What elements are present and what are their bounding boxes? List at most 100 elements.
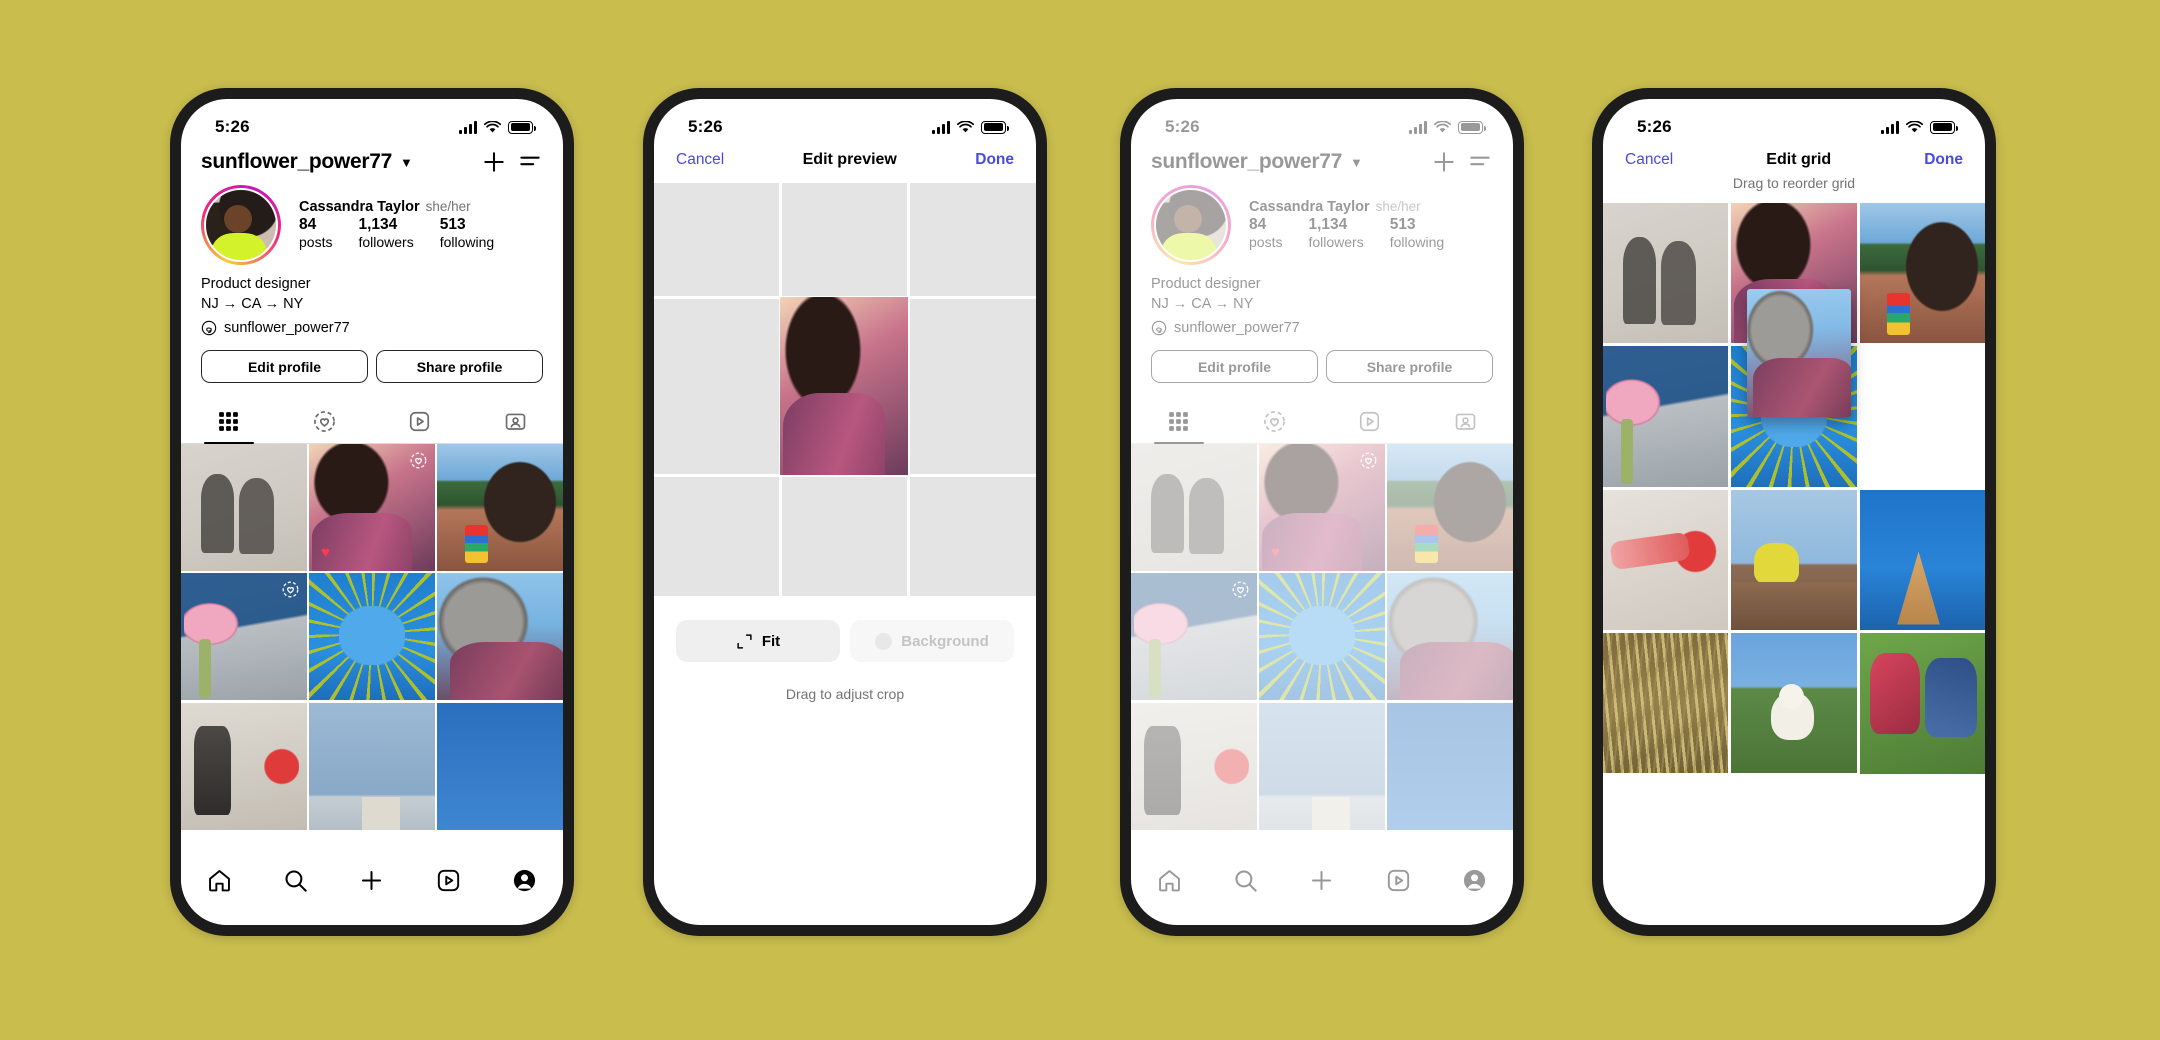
status-bar: 5:26 [1603, 99, 1985, 145]
menu-hamburger-icon[interactable] [517, 149, 543, 175]
grid-post[interactable] [1731, 489, 1857, 631]
grid-post[interactable] [1387, 444, 1513, 571]
grid-post[interactable] [437, 702, 563, 830]
grid-post[interactable] [1859, 633, 1985, 774]
grid-post[interactable] [1387, 702, 1513, 830]
wifi-icon [484, 120, 501, 132]
tagged-person-icon [505, 413, 526, 430]
bottom-navigation [1131, 853, 1513, 925]
grid-post[interactable] [1603, 203, 1729, 344]
grid-post[interactable] [1259, 702, 1385, 830]
crop-selection[interactable] [780, 297, 908, 475]
grid-post[interactable] [1860, 346, 1985, 486]
tab-reels[interactable] [372, 399, 468, 443]
home-icon[interactable] [206, 867, 233, 894]
grid-post[interactable] [181, 573, 307, 701]
tab-tagged[interactable] [1418, 399, 1514, 443]
status-icons [459, 120, 536, 134]
grid-post[interactable] [309, 573, 435, 701]
share-profile-button[interactable]: Share profile [1326, 350, 1493, 383]
plus-icon[interactable] [358, 867, 385, 894]
username-label[interactable]: sunflower_power77 [201, 150, 392, 174]
fit-button-label: Fit [761, 632, 781, 650]
grid-post[interactable] [181, 702, 307, 830]
grid-post[interactable] [437, 573, 563, 701]
avatar[interactable] [1151, 185, 1231, 265]
grid-post[interactable] [1603, 346, 1729, 487]
tab-reels[interactable] [1322, 399, 1418, 443]
stat-followers[interactable]: 1,134 followers [358, 216, 413, 251]
grid-post[interactable] [1603, 489, 1729, 631]
edit-profile-button[interactable]: Edit profile [201, 350, 368, 383]
tab-grid[interactable] [1131, 399, 1227, 443]
done-button[interactable]: Done [975, 151, 1014, 169]
stat-following-value: 513 [439, 216, 466, 234]
stat-following-value: 513 [1389, 216, 1416, 234]
grid-post[interactable]: ♥ [1259, 444, 1385, 571]
reels-icon[interactable] [1385, 867, 1412, 894]
stat-posts-value: 84 [1249, 216, 1267, 234]
reels-icon[interactable] [435, 867, 462, 894]
chevron-down-icon[interactable]: ▼ [1350, 155, 1363, 170]
status-bar: 5:26 [1131, 99, 1513, 145]
search-icon[interactable] [282, 867, 309, 894]
grid-post[interactable] [437, 444, 563, 571]
crop-canvas[interactable] [654, 183, 1036, 596]
grid-post[interactable] [181, 444, 307, 571]
cellular-signal-icon [932, 120, 950, 134]
tab-collections[interactable] [1227, 399, 1323, 443]
bio-text: Product designer NJ → CA → NY [181, 265, 563, 314]
threads-link[interactable]: sunflower_power77 [181, 314, 563, 336]
grid-post[interactable] [1859, 489, 1985, 631]
grid-post[interactable] [1259, 573, 1385, 701]
tab-collections[interactable] [277, 399, 373, 443]
username-label[interactable]: sunflower_power77 [1151, 150, 1342, 174]
tab-tagged[interactable] [468, 399, 564, 443]
phone-edit-preview: 5:26 Cancel Edit preview Done Fit Backgr… [643, 88, 1047, 936]
menu-hamburger-icon[interactable] [1467, 149, 1493, 175]
stat-posts-label: posts [299, 234, 333, 250]
stat-followers[interactable]: 1,134 followers [1308, 216, 1363, 251]
grid-post[interactable] [1731, 633, 1857, 774]
stat-posts[interactable]: 84 posts [299, 216, 332, 251]
background-button[interactable]: Background [850, 620, 1014, 662]
search-icon[interactable] [1232, 867, 1259, 894]
add-post-icon[interactable] [1431, 149, 1457, 175]
reels-heart-icon [282, 581, 299, 598]
edit-profile-button[interactable]: Edit profile [1151, 350, 1318, 383]
phone-profile: 5:26 sunflower_power77 ▼ Cassandra Taylo… [170, 88, 574, 936]
dragging-tile[interactable] [1747, 289, 1851, 417]
grid-post[interactable]: ♥ [309, 444, 435, 571]
profile-avatar-icon[interactable] [1461, 867, 1488, 894]
threads-handle: sunflower_power77 [224, 320, 350, 336]
done-button[interactable]: Done [1924, 151, 1963, 169]
grid-post[interactable] [1131, 444, 1257, 571]
reels-heart-icon [1360, 452, 1377, 469]
chevron-down-icon[interactable]: ▼ [400, 155, 413, 170]
grid-post[interactable] [1603, 633, 1729, 774]
stat-posts-value: 84 [299, 216, 317, 234]
cancel-button[interactable]: Cancel [676, 151, 724, 169]
grid-post[interactable] [1131, 573, 1257, 701]
profile-avatar-icon[interactable] [511, 867, 538, 894]
tab-grid[interactable] [181, 399, 277, 443]
add-post-icon[interactable] [481, 149, 507, 175]
status-bar: 5:26 [654, 99, 1036, 145]
threads-link[interactable]: sunflower_power77 [1131, 314, 1513, 336]
grid-post[interactable] [309, 702, 435, 830]
avatar[interactable] [201, 185, 281, 265]
grid-post[interactable] [1131, 702, 1257, 830]
grid-post[interactable] [1387, 573, 1513, 701]
grid-post[interactable] [1859, 203, 1985, 344]
stat-posts[interactable]: 84 posts [1249, 216, 1282, 251]
stat-following[interactable]: 513 following [1390, 216, 1444, 251]
stat-following[interactable]: 513 following [440, 216, 494, 251]
home-icon[interactable] [1156, 867, 1183, 894]
fit-button[interactable]: Fit [676, 620, 840, 662]
stat-followers-value: 1,134 [358, 216, 398, 234]
share-profile-button[interactable]: Share profile [376, 350, 543, 383]
cancel-button[interactable]: Cancel [1625, 151, 1673, 169]
like-heart-icon: ♥ [1271, 543, 1281, 561]
plus-icon[interactable] [1308, 867, 1335, 894]
editor-tools: Fit Background [654, 596, 1036, 662]
